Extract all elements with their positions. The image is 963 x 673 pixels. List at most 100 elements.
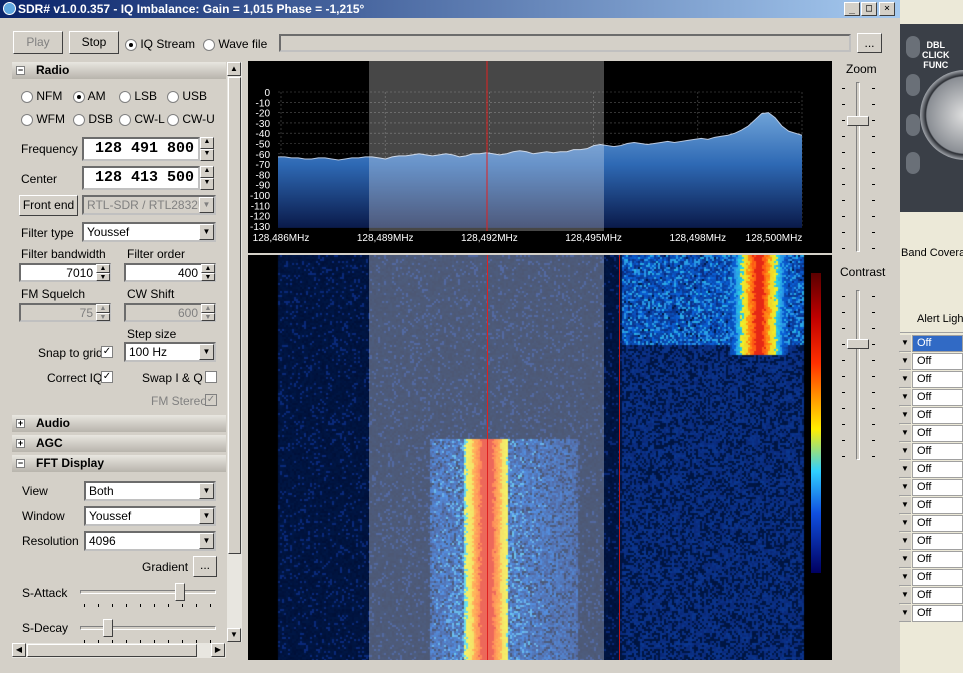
cw-shift-down[interactable]: ▼ — [201, 313, 215, 321]
cw-shift-up[interactable]: ▲ — [201, 304, 215, 313]
spectrum-analyzer[interactable]: 0-10-20-30-40-50-60-70-80-90-100-110-120… — [248, 61, 832, 253]
alert-light-cell[interactable]: Off — [912, 353, 963, 370]
fft-section-header[interactable]: − FFT Display — [12, 455, 226, 472]
scroll-up-button[interactable]: ▲ — [227, 62, 241, 76]
view-select[interactable]: Both ▼ — [84, 481, 216, 501]
row-dropdown-arrow[interactable]: ▼ — [899, 461, 911, 478]
wave-file-path-field[interactable] — [279, 34, 851, 52]
alert-light-cell[interactable]: Off — [912, 461, 963, 478]
row-dropdown-arrow[interactable]: ▼ — [899, 533, 911, 550]
fm-squelch-down[interactable]: ▼ — [96, 313, 110, 321]
maximize-button[interactable]: □ — [861, 2, 877, 16]
s-attack-slider-thumb[interactable] — [174, 583, 185, 601]
alert-light-cell[interactable]: Off — [912, 443, 963, 460]
row-dropdown-arrow[interactable]: ▼ — [899, 551, 911, 568]
frequency-down[interactable]: ▼ — [200, 149, 214, 161]
mode-radio-usb[interactable]: USB — [167, 89, 207, 103]
resolution-select[interactable]: 4096 ▼ — [84, 531, 216, 551]
alert-light-cell[interactable]: Off — [912, 569, 963, 586]
alert-light-cell[interactable]: Off — [912, 497, 963, 514]
tick-mark — [872, 120, 875, 121]
swap-iq-checkbox[interactable] — [205, 371, 217, 383]
frequency-tick-label: 128,500MHz — [746, 233, 803, 244]
row-dropdown-arrow[interactable]: ▼ — [899, 371, 911, 388]
scroll-right-button[interactable]: ▶ — [211, 643, 225, 657]
alert-light-cell[interactable]: Off — [912, 335, 963, 352]
tick-mark — [126, 604, 127, 607]
tick-mark — [872, 344, 875, 345]
mode-radio-wfm[interactable]: WFM — [21, 112, 65, 126]
alert-light-cell[interactable]: Off — [912, 479, 963, 496]
tick-mark — [872, 248, 875, 249]
stop-button[interactable]: Stop — [69, 31, 119, 54]
alert-light-cell[interactable]: Off — [912, 533, 963, 550]
frequency-field[interactable]: 128 491 800 — [82, 137, 200, 161]
tick-mark — [842, 88, 845, 89]
mode-radio-lsb[interactable]: LSB — [119, 89, 157, 103]
row-dropdown-arrow[interactable]: ▼ — [899, 407, 911, 424]
browse-button[interactable]: ... — [857, 33, 882, 53]
row-dropdown-arrow[interactable]: ▼ — [899, 335, 911, 352]
filter-type-select[interactable]: Youssef ▼ — [82, 222, 216, 242]
row-dropdown-arrow[interactable]: ▼ — [899, 479, 911, 496]
mode-radio-nfm[interactable]: NFM — [21, 89, 62, 103]
minimize-button[interactable]: _ — [844, 2, 860, 16]
agc-section-header[interactable]: + AGC — [12, 435, 226, 452]
row-dropdown-arrow[interactable]: ▼ — [899, 443, 911, 460]
alert-light-cell[interactable]: Off — [912, 515, 963, 532]
row-dropdown-arrow[interactable]: ▼ — [899, 569, 911, 586]
fm-stereo-label: FM Stereo — [151, 394, 208, 408]
row-dropdown-arrow[interactable]: ▼ — [899, 587, 911, 604]
row-dropdown-arrow[interactable]: ▼ — [899, 605, 911, 622]
audio-section-header[interactable]: + Audio — [12, 415, 226, 432]
filter-order-up[interactable]: ▲ — [201, 264, 215, 273]
front-end-button[interactable]: Front end — [19, 195, 78, 216]
row-dropdown-arrow[interactable]: ▼ — [899, 389, 911, 406]
alert-light-cell[interactable]: Off — [912, 551, 963, 568]
front-end-select[interactable]: RTL-SDR / RTL2832U ▼ — [82, 195, 216, 215]
waterfall[interactable] — [248, 255, 832, 660]
alert-light-cell[interactable]: Off — [912, 407, 963, 424]
mode-radio-cwl[interactable]: CW-L — [119, 112, 165, 126]
frequency-up[interactable]: ▲ — [200, 137, 214, 149]
vscroll-thumb[interactable] — [228, 77, 241, 554]
frequency-tick-label: 128,495MHz — [565, 233, 622, 244]
radio-section-header[interactable]: − Radio — [12, 62, 226, 79]
alert-light-cell[interactable]: Off — [912, 425, 963, 442]
correct-iq-checkbox[interactable]: ✓ — [101, 371, 113, 383]
gradient-button[interactable]: ... — [193, 556, 217, 577]
filter-bandwidth-up[interactable]: ▲ — [96, 264, 110, 273]
cw-shift-label: CW Shift — [127, 287, 175, 301]
center-up[interactable]: ▲ — [200, 166, 214, 178]
radio-icon — [125, 38, 137, 51]
s-decay-slider-thumb[interactable] — [102, 619, 113, 637]
alert-light-cell[interactable]: Off — [912, 371, 963, 388]
mode-radio-cwu[interactable]: CW-U — [167, 112, 215, 126]
scroll-left-button[interactable]: ◀ — [12, 643, 26, 657]
alert-light-cell[interactable]: Off — [912, 587, 963, 604]
hscroll-thumb[interactable] — [27, 644, 197, 657]
center-field[interactable]: 128 413 500 — [82, 166, 200, 190]
center-down[interactable]: ▼ — [200, 178, 214, 190]
row-dropdown-arrow[interactable]: ▼ — [899, 425, 911, 442]
filter-order-down[interactable]: ▼ — [201, 273, 215, 281]
iq-stream-radio[interactable]: IQ Stream — [125, 37, 195, 51]
step-size-select[interactable]: 100 Hz ▼ — [124, 342, 216, 362]
scroll-down-button[interactable]: ▼ — [227, 628, 241, 642]
center-label: Center — [21, 172, 58, 186]
wave-file-radio[interactable]: Wave file — [203, 37, 267, 51]
mode-radio-am[interactable]: AM — [73, 89, 106, 103]
row-dropdown-arrow[interactable]: ▼ — [899, 497, 911, 514]
fm-squelch-up[interactable]: ▲ — [96, 304, 110, 313]
fm-stereo-checkbox[interactable]: ✓ — [205, 394, 217, 406]
alert-light-cell[interactable]: Off — [912, 605, 963, 622]
filter-bandwidth-down[interactable]: ▼ — [96, 273, 110, 281]
snap-to-grid-checkbox[interactable]: ✓ — [101, 346, 113, 358]
alert-light-cell[interactable]: Off — [912, 389, 963, 406]
window-select[interactable]: Youssef ▼ — [84, 506, 216, 526]
row-dropdown-arrow[interactable]: ▼ — [899, 353, 911, 370]
mode-radio-dsb[interactable]: DSB — [73, 112, 113, 126]
row-dropdown-arrow[interactable]: ▼ — [899, 515, 911, 532]
close-button[interactable]: × — [879, 2, 895, 16]
play-button[interactable]: Play — [13, 31, 63, 54]
